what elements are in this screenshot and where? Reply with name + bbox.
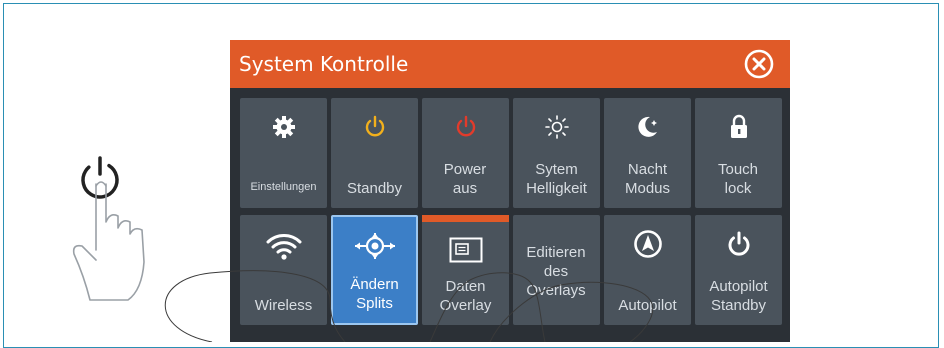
power-off-tile[interactable]: Power aus <box>422 98 509 208</box>
dialog-titlebar: System Kontrolle <box>230 40 790 88</box>
touch-lock-tile[interactable]: Touch lock <box>695 98 782 208</box>
hand-pressing-power-icon <box>72 156 145 301</box>
autopilot-icon <box>633 230 662 258</box>
wireless-label: Wireless <box>254 297 313 314</box>
standby-tile[interactable]: Standby <box>331 98 418 208</box>
settings-tile[interactable]: Einstellungen <box>240 98 327 208</box>
brightness-label: Sytem Helligkeit <box>526 161 587 197</box>
moon-icon <box>637 116 657 137</box>
touch-lock-label: Touch lock <box>717 161 759 197</box>
autopilot-label: Autopilot <box>618 297 677 314</box>
data-overlay-icon <box>449 237 482 263</box>
wifi-icon <box>266 234 301 260</box>
power-off-icon <box>456 115 475 137</box>
night-mode-tile[interactable]: Nacht Modus <box>604 98 691 208</box>
change-splits-label: Ändern Splits <box>350 276 399 312</box>
splits-icon <box>354 233 395 259</box>
autopilot-standby-label: Autopilot Standby <box>709 278 768 314</box>
brightness-tile[interactable]: Sytem Helligkeit <box>513 98 600 208</box>
wireless-tile[interactable]: Wireless <box>240 215 327 325</box>
lock-icon <box>730 114 747 138</box>
standby-icon <box>365 115 384 137</box>
change-splits-tile[interactable]: Ändern Splits <box>331 215 418 325</box>
autopilot-standby-icon <box>728 231 749 256</box>
autopilot-tile[interactable]: Autopilot <box>604 215 691 325</box>
data-overlay-label: Daten Overlay <box>439 278 492 314</box>
night-mode-label: Nacht Modus <box>624 161 671 197</box>
edit-overlays-tile[interactable]: Editieren des Overlays <box>513 215 600 325</box>
data-overlay-tile[interactable]: Daten Overlay <box>422 215 509 325</box>
edit-overlays-label: Editieren des Overlays <box>526 244 586 299</box>
gear-icon <box>272 116 295 138</box>
power-off-label: Power aus <box>443 161 487 197</box>
dialog-title: System Kontrolle <box>239 52 409 76</box>
brightness-icon <box>544 115 569 139</box>
active-indicator <box>422 215 509 222</box>
autopilot-standby-tile[interactable]: Autopilot Standby <box>695 215 782 325</box>
close-icon[interactable] <box>743 48 775 80</box>
settings-label: Einstellungen <box>250 181 317 193</box>
standby-label: Standby <box>346 180 403 197</box>
system-control-dialog: System Kontrolle Einstellungen Standby P… <box>230 40 790 342</box>
